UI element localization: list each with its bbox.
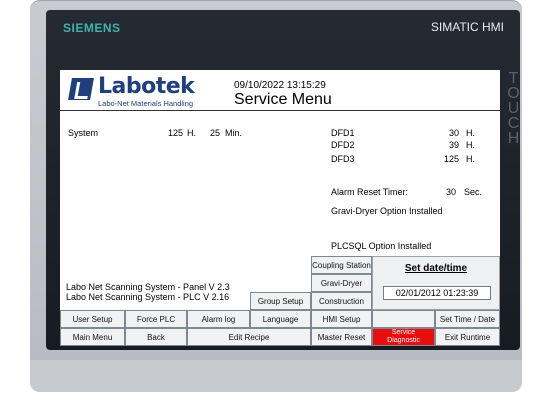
dfd3-value: 125	[443, 154, 459, 164]
system-label: System	[68, 128, 99, 138]
dfd1-unit: H.	[466, 128, 475, 138]
gravi-option-text: Gravi-Dryer Option Installed	[331, 206, 443, 216]
header-divider	[60, 110, 500, 111]
dfd2-unit: H.	[466, 140, 475, 150]
gravi-dryer-button[interactable]: Gravi-Dryer	[311, 274, 372, 292]
user-setup-button[interactable]: User Setup	[60, 310, 125, 328]
service-diagnostic-line1: Service	[391, 329, 416, 336]
construction-button[interactable]: Construction	[311, 292, 372, 310]
dfd3-label: DFD3	[331, 154, 355, 164]
minutes-unit: Min.	[225, 128, 243, 138]
simatic-hmi-label: SIMATIC HMI	[430, 20, 504, 34]
alarm-reset-value: 30	[446, 187, 457, 197]
master-reset-button[interactable]: Master Reset	[311, 328, 372, 346]
force-plc-button[interactable]: Force PLC	[125, 310, 187, 328]
empty-button-slot	[372, 310, 435, 328]
main-menu-button[interactable]: Main Menu	[60, 328, 125, 346]
labotek-logo-icon	[68, 78, 94, 100]
current-datetime: 09/10/2022 13:15:29	[234, 80, 326, 91]
hmi-setup-button[interactable]: HMI Setup	[311, 310, 372, 328]
set-time-date-button[interactable]: Set Time / Date	[435, 310, 500, 328]
touch-label: TOUCH	[505, 70, 522, 145]
service-diagnostic-button[interactable]: Service Diagnostic	[372, 328, 435, 346]
system-hours: 125	[168, 128, 184, 138]
hmi-screen: Labotek Labo-Net Materials Handling 09/1…	[60, 70, 500, 346]
language-button[interactable]: Language	[250, 310, 311, 328]
alarm-reset-label: Alarm Reset Timer:	[331, 187, 409, 197]
exit-runtime-button[interactable]: Exit Runtime	[435, 328, 500, 346]
alarm-log-button[interactable]: Alarm log	[187, 310, 250, 328]
siemens-brand: SIEMENS	[63, 21, 121, 35]
logo-tagline: Labo-Net Materials Handling	[98, 99, 194, 108]
group-setup-button[interactable]: Group Setup	[250, 292, 311, 310]
service-diagnostic-line2: Diagnostic	[387, 337, 420, 344]
plcsql-option-text: PLCSQL Option Installed	[331, 241, 432, 251]
alarm-reset-unit: Sec.	[464, 187, 483, 197]
dfd2-label: DFD2	[331, 140, 355, 150]
dfd1-value: 30	[448, 128, 459, 138]
edit-recipe-button[interactable]: Edit Recipe	[187, 328, 311, 346]
set-date-panel: Set date/time 02/01/2012 01:23:39	[372, 256, 500, 310]
dfd1-label: DFD1	[331, 128, 355, 138]
panel-version: Labo Net Scanning System - Panel V 2.3	[66, 282, 230, 292]
back-button[interactable]: Back	[125, 328, 187, 346]
logo-name: Labotek	[98, 74, 195, 99]
plc-version: Labo Net Scanning System - PLC V 2.16	[66, 292, 230, 302]
coupling-station-button[interactable]: Coupling Station	[311, 256, 372, 274]
system-minutes: 25	[210, 128, 221, 138]
page-title: Service Menu	[234, 91, 332, 108]
hours-unit: H.	[187, 128, 196, 138]
bezel-bottom-strip	[30, 360, 522, 392]
dfd3-unit: H.	[466, 154, 475, 164]
set-date-title: Set date/time	[404, 263, 468, 274]
dfd2-value: 39	[448, 140, 459, 150]
date-time-input[interactable]: 02/01/2012 01:23:39	[383, 286, 491, 300]
